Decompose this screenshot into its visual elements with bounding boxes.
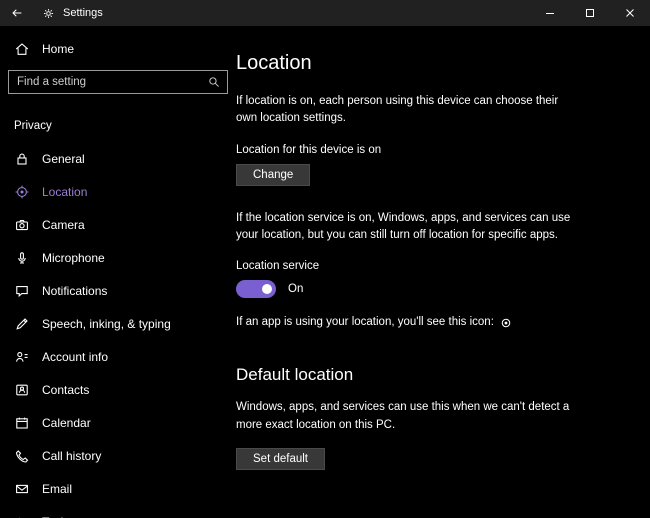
location-service-label: Location service bbox=[236, 260, 630, 272]
sidebar-item-home[interactable]: Home bbox=[0, 34, 236, 64]
sidebar-item-label: Speech, inking, & typing bbox=[42, 317, 171, 331]
default-location-description: Windows, apps, and services can use this… bbox=[236, 399, 581, 434]
location-intro-text: If location is on, each person using thi… bbox=[236, 93, 581, 128]
sidebar-item-general[interactable]: General bbox=[0, 142, 236, 175]
location-service-toggle[interactable] bbox=[236, 280, 276, 298]
sidebar-item-label: General bbox=[42, 152, 85, 166]
location-service-description: If the location service is on, Windows, … bbox=[236, 210, 581, 245]
location-icon-note: If an app is using your location, you'll… bbox=[236, 314, 630, 331]
sidebar-item-calendar[interactable]: Calendar bbox=[0, 406, 236, 439]
sidebar-item-label: Camera bbox=[42, 218, 85, 232]
sidebar-item-notifications[interactable]: Notifications bbox=[0, 274, 236, 307]
maximize-button[interactable] bbox=[570, 0, 610, 26]
sidebar-item-label: Call history bbox=[42, 449, 101, 463]
minimize-button[interactable] bbox=[530, 0, 570, 26]
main-content: Location If location is on, each person … bbox=[236, 26, 650, 518]
set-default-button[interactable]: Set default bbox=[236, 448, 325, 470]
location-icon bbox=[14, 184, 30, 200]
notification-icon bbox=[14, 283, 30, 299]
sidebar-section-privacy: Privacy bbox=[0, 112, 236, 142]
account-icon bbox=[14, 349, 30, 365]
sidebar-item-label: Email bbox=[42, 482, 72, 496]
microphone-icon bbox=[14, 250, 30, 266]
contacts-icon bbox=[14, 382, 30, 398]
sidebar-item-label: Contacts bbox=[42, 383, 89, 397]
email-icon bbox=[14, 481, 30, 497]
sidebar-item-label: Home bbox=[42, 42, 74, 56]
sidebar-item-camera[interactable]: Camera bbox=[0, 208, 236, 241]
window-title: Settings bbox=[63, 7, 103, 19]
page-title: Location bbox=[236, 52, 630, 75]
sidebar-item-label: Microphone bbox=[42, 251, 105, 265]
lock-icon bbox=[14, 151, 30, 167]
sidebar-item-email[interactable]: Email bbox=[0, 472, 236, 505]
sidebar-item-account-info[interactable]: Account info bbox=[0, 340, 236, 373]
settings-window: Settings Home bbox=[0, 0, 650, 518]
location-icon-note-text: If an app is using your location, you'll… bbox=[236, 314, 494, 331]
default-location-title: Default location bbox=[236, 365, 630, 385]
sidebar-item-label: Calendar bbox=[42, 416, 91, 430]
location-in-use-icon bbox=[500, 317, 512, 329]
sidebar-item-label: Tasks bbox=[42, 515, 73, 518]
search-input[interactable] bbox=[9, 76, 201, 88]
sidebar: Home Privacy General Location bbox=[0, 26, 236, 518]
pen-icon bbox=[14, 316, 30, 332]
change-button[interactable]: Change bbox=[236, 164, 310, 186]
sidebar-item-label: Notifications bbox=[42, 284, 107, 298]
home-icon bbox=[14, 41, 30, 57]
sidebar-item-tasks[interactable]: Tasks bbox=[0, 505, 236, 518]
sidebar-item-contacts[interactable]: Contacts bbox=[0, 373, 236, 406]
calendar-icon bbox=[14, 415, 30, 431]
back-button[interactable] bbox=[0, 0, 34, 26]
camera-icon bbox=[14, 217, 30, 233]
sidebar-item-label: Account info bbox=[42, 350, 108, 364]
search-icon[interactable] bbox=[201, 71, 227, 93]
location-service-row: On bbox=[236, 280, 630, 298]
close-button[interactable] bbox=[610, 0, 650, 26]
sidebar-item-microphone[interactable]: Microphone bbox=[0, 241, 236, 274]
tasks-icon bbox=[14, 514, 30, 518]
sidebar-item-location[interactable]: Location bbox=[0, 175, 236, 208]
back-arrow-icon bbox=[10, 6, 24, 20]
window-body: Home Privacy General Location bbox=[0, 26, 650, 518]
sidebar-item-label: Location bbox=[42, 185, 87, 199]
caption-buttons bbox=[530, 0, 650, 26]
settings-gear-icon bbox=[42, 6, 56, 20]
sidebar-item-speech[interactable]: Speech, inking, & typing bbox=[0, 307, 236, 340]
sidebar-item-call-history[interactable]: Call history bbox=[0, 439, 236, 472]
device-location-label: Location for this device is on bbox=[236, 144, 630, 156]
toggle-state-label: On bbox=[288, 283, 303, 295]
phone-icon bbox=[14, 448, 30, 464]
titlebar: Settings bbox=[0, 0, 650, 26]
search-box bbox=[8, 70, 228, 94]
